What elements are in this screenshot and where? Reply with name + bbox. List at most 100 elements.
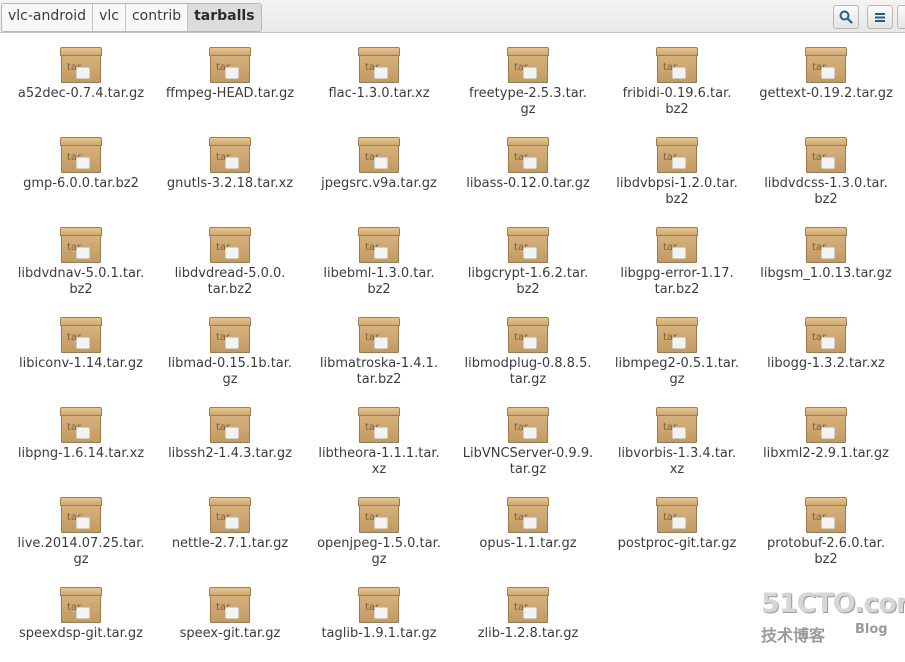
hamburger-menu-icon: [875, 13, 885, 22]
file-item[interactable]: tar.libdvdcss-1.3.0.tar.bz2: [756, 123, 896, 208]
file-item[interactable]: tar. libiconv-1.14.tar.gz: [11, 303, 151, 388]
file-name: jpegsrc.v9a.tar.gz: [309, 176, 449, 192]
file-item[interactable]: tar.live.2014.07.25.tar.gz: [11, 483, 151, 568]
file-item[interactable]: tar. gmp-6.0.0.tar.bz2: [11, 123, 151, 208]
file-item[interactable]: tar. libass-0.12.0.tar.gz: [458, 123, 598, 208]
file-name-line1: jpegsrc.v9a.tar.gz: [321, 176, 437, 191]
file-item[interactable]: tar. postproc-git.tar.gz: [607, 483, 747, 568]
file-name-line1: libpng-1.6.14.tar.xz: [17, 446, 145, 461]
package-archive-icon: tar.: [805, 227, 847, 263]
file-item[interactable]: tar.libgpg-error-1.17.tar.bz2: [607, 213, 747, 298]
file-name: live.2014.07.25.tar. gz: [11, 536, 151, 568]
file-name-line2: xz: [371, 462, 387, 477]
file-name: postproc-git.tar.gz: [607, 536, 747, 552]
file-item[interactable]: tar. flac-1.3.0.tar.xz: [309, 33, 449, 118]
file-name-line1: libgcrypt-1.6.2.tar.: [467, 266, 589, 281]
file-name: fribidi-0.19.6.tar. bz2: [607, 86, 747, 118]
file-item[interactable]: tar.libgcrypt-1.6.2.tar.bz2: [458, 213, 598, 298]
toolbar: vlc-android vlc contrib tarballs: [0, 0, 905, 33]
file-item[interactable]: tar.LibVNCServer-0.9.9.tar.gz: [458, 393, 598, 478]
file-name-line1: opus-1.1.tar.gz: [479, 536, 577, 551]
file-name: libgcrypt-1.6.2.tar. bz2: [458, 266, 598, 298]
package-archive-icon: tar.: [507, 317, 549, 353]
file-name: speex-git.tar.gz: [160, 626, 300, 642]
file-item[interactable]: tar.libtheora-1.1.1.tar.xz: [309, 393, 449, 478]
file-name-line1: libmatroska-1.4.1.: [319, 356, 439, 371]
package-archive-icon: tar.: [209, 497, 251, 533]
file-name: libiconv-1.14.tar.gz: [11, 356, 151, 372]
package-archive-icon: tar.: [209, 317, 251, 353]
package-archive-icon: tar.: [358, 47, 400, 83]
file-item[interactable]: tar.libmpeg2-0.5.1.tar.gz: [607, 303, 747, 388]
file-item[interactable]: tar. libgsm_1.0.13.tar.gz: [756, 213, 896, 298]
package-archive-icon: tar.: [60, 587, 102, 623]
file-item[interactable]: tar. gettext-0.19.2.tar.gz: [756, 33, 896, 118]
file-name: libogg-1.3.2.tar.xz: [756, 356, 896, 372]
file-name: libmad-0.15.1b.tar. gz: [160, 356, 300, 388]
search-button[interactable]: [833, 5, 859, 29]
file-item[interactable]: tar.libmodplug-0.8.8.5.tar.gz: [458, 303, 598, 388]
file-item[interactable]: tar.libvorbis-1.3.4.tar.xz: [607, 393, 747, 478]
file-name-line1: taglib-1.9.1.tar.gz: [321, 626, 437, 641]
file-name-line2: bz2: [814, 552, 838, 567]
breadcrumb-item-vlc[interactable]: vlc: [93, 4, 126, 31]
file-name-line1: libmpeg2-0.5.1.tar.: [614, 356, 740, 371]
package-archive-icon: tar.: [60, 47, 102, 83]
file-name: gettext-0.19.2.tar.gz: [756, 86, 896, 102]
package-archive-icon: tar.: [209, 587, 251, 623]
file-item[interactable]: tar.openjpeg-1.5.0.tar.gz: [309, 483, 449, 568]
file-item[interactable]: tar.libebml-1.3.0.tar.bz2: [309, 213, 449, 298]
package-archive-icon: tar.: [507, 227, 549, 263]
file-item[interactable]: tar. gnutls-3.2.18.tar.xz: [160, 123, 300, 208]
file-name: zlib-1.2.8.tar.gz: [458, 626, 598, 642]
file-item[interactable]: tar. speexdsp-git.tar.gz: [11, 573, 151, 658]
package-archive-icon: tar.: [60, 227, 102, 263]
file-name-line1: gettext-0.19.2.tar.gz: [759, 86, 893, 101]
file-name-line1: libogg-1.3.2.tar.xz: [767, 356, 885, 371]
package-archive-icon: tar.: [60, 317, 102, 353]
file-item[interactable]: tar.fribidi-0.19.6.tar.bz2: [607, 33, 747, 118]
file-item[interactable]: tar.freetype-2.5.3.tar.gz: [458, 33, 598, 118]
file-name: libvorbis-1.3.4.tar. xz: [607, 446, 747, 478]
file-name-line1: ffmpeg-HEAD.tar.gz: [165, 86, 295, 101]
file-item[interactable]: tar. jpegsrc.v9a.tar.gz: [309, 123, 449, 208]
file-item[interactable]: tar.libdvbpsi-1.2.0.tar.bz2: [607, 123, 747, 208]
file-item[interactable]: tar. zlib-1.2.8.tar.gz: [458, 573, 598, 658]
package-archive-icon: tar.: [656, 137, 698, 173]
file-name-line2: tar.gz: [509, 462, 547, 477]
file-item[interactable]: tar.libdvdread-5.0.0.tar.bz2: [160, 213, 300, 298]
file-item[interactable]: tar. libpng-1.6.14.tar.xz: [11, 393, 151, 478]
file-name: libssh2-1.4.3.tar.gz: [160, 446, 300, 462]
file-item[interactable]: tar.protobuf-2.6.0.tar.bz2: [756, 483, 896, 568]
file-name-line2: tar.gz: [509, 372, 547, 387]
file-name: libdvdnav-5.0.1.tar. bz2: [11, 266, 151, 298]
file-item[interactable]: tar. ffmpeg-HEAD.tar.gz: [160, 33, 300, 118]
file-name-line1: a52dec-0.7.4.tar.gz: [17, 86, 145, 101]
file-name: libgsm_1.0.13.tar.gz: [756, 266, 896, 282]
file-item[interactable]: tar. libogg-1.3.2.tar.xz: [756, 303, 896, 388]
file-name-line2: gz: [371, 552, 387, 567]
file-item[interactable]: tar. nettle-2.7.1.tar.gz: [160, 483, 300, 568]
breadcrumb-item-tarballs[interactable]: tarballs: [188, 4, 261, 31]
file-item[interactable]: tar. opus-1.1.tar.gz: [458, 483, 598, 568]
file-name: nettle-2.7.1.tar.gz: [160, 536, 300, 552]
file-item[interactable]: tar. libssh2-1.4.3.tar.gz: [160, 393, 300, 478]
file-name-line2: tar.bz2: [356, 372, 402, 387]
file-name: ffmpeg-HEAD.tar.gz: [160, 86, 300, 102]
more-button[interactable]: [897, 5, 905, 29]
view-options-button[interactable]: [867, 5, 893, 29]
package-archive-icon: tar.: [805, 47, 847, 83]
file-item[interactable]: tar.libdvdnav-5.0.1.tar.bz2: [11, 213, 151, 298]
file-item[interactable]: tar. a52dec-0.7.4.tar.gz: [11, 33, 151, 118]
file-item[interactable]: tar.libmatroska-1.4.1.tar.bz2: [309, 303, 449, 388]
file-name-line1: speexdsp-git.tar.gz: [19, 626, 143, 641]
file-name-line1: flac-1.3.0.tar.xz: [328, 86, 430, 101]
file-item[interactable]: tar. taglib-1.9.1.tar.gz: [309, 573, 449, 658]
file-item[interactable]: tar. libxml2-2.9.1.tar.gz: [756, 393, 896, 478]
breadcrumb-item-contrib[interactable]: contrib: [126, 4, 189, 31]
file-name: openjpeg-1.5.0.tar. gz: [309, 536, 449, 568]
watermark-site: 51CTO.com: [761, 588, 905, 619]
file-item[interactable]: tar.libmad-0.15.1b.tar.gz: [160, 303, 300, 388]
file-item[interactable]: tar. speex-git.tar.gz: [160, 573, 300, 658]
breadcrumb-item-vlc-android[interactable]: vlc-android: [2, 4, 94, 31]
